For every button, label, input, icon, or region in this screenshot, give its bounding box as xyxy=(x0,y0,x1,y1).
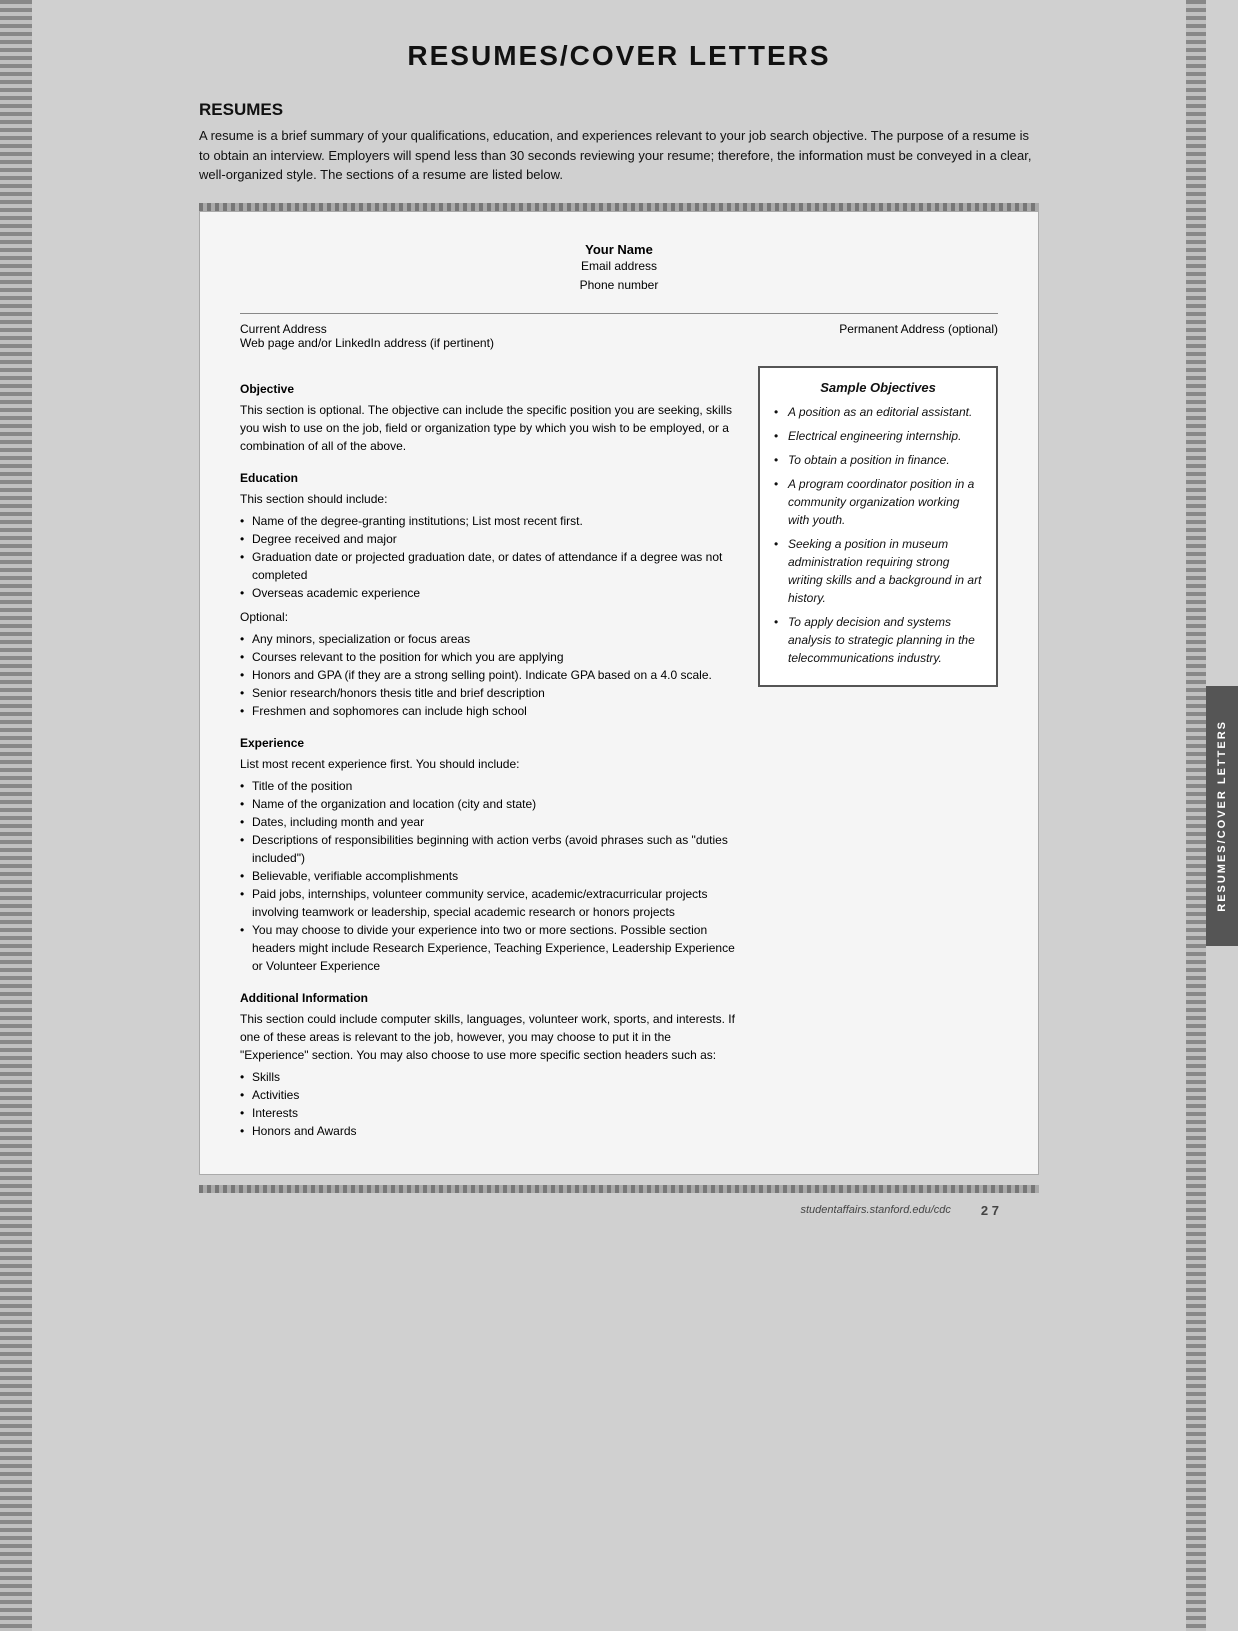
footer-page: 2 7 xyxy=(981,1203,999,1218)
footer-url: studentaffairs.stanford.edu/cdc xyxy=(800,1204,950,1216)
additional-title: Additional Information xyxy=(240,989,738,1007)
education-list: Name of the degree-granting institutions… xyxy=(240,512,738,602)
phone-line: Phone number xyxy=(240,276,998,295)
additional-section: Additional Information This section coul… xyxy=(240,989,738,1140)
right-stripe-decoration xyxy=(1186,0,1206,1631)
resume-box: Your Name Email address Phone number Cur… xyxy=(199,211,1039,1175)
list-item: Honors and GPA (if they are a strong sel… xyxy=(240,666,738,684)
list-item: Freshmen and sophomores can include high… xyxy=(240,702,738,720)
experience-section: Experience List most recent experience f… xyxy=(240,734,738,975)
sample-objectives-title: Sample Objectives xyxy=(774,380,982,395)
side-tab-label: RESUMES/COVER LETTERS xyxy=(1216,720,1228,912)
list-item: You may choose to divide your experience… xyxy=(240,921,738,975)
side-tab: RESUMES/COVER LETTERS xyxy=(1206,686,1238,946)
email-line: Email address xyxy=(240,257,998,276)
address-row: Current Address Web page and/or LinkedIn… xyxy=(240,322,998,350)
resume-header: Your Name Email address Phone number xyxy=(240,242,998,295)
sample-objectives-list: A position as an editorial assistant. El… xyxy=(774,403,982,667)
sample-objectives-column: Sample Objectives A position as an edito… xyxy=(758,366,998,1144)
sample-objective-item: A program coordinator position in a comm… xyxy=(774,475,982,529)
list-item: Overseas academic experience xyxy=(240,584,738,602)
web-address: Web page and/or LinkedIn address (if per… xyxy=(240,336,619,350)
education-intro: This section should include: xyxy=(240,490,738,508)
bottom-stripe xyxy=(199,1185,1039,1193)
left-stripe-decoration xyxy=(0,0,32,1631)
sample-objective-item: A position as an editorial assistant. xyxy=(774,403,982,421)
sample-objective-item: To apply decision and systems analysis t… xyxy=(774,613,982,667)
list-item: Name of the degree-granting institutions… xyxy=(240,512,738,530)
experience-intro: List most recent experience first. You s… xyxy=(240,755,738,773)
list-item: Courses relevant to the position for whi… xyxy=(240,648,738,666)
experience-list: Title of the position Name of the organi… xyxy=(240,777,738,975)
sample-objective-item: Electrical engineering internship. xyxy=(774,427,982,445)
list-item: Paid jobs, internships, volunteer commun… xyxy=(240,885,738,921)
list-item: Any minors, specialization or focus area… xyxy=(240,630,738,648)
list-item: Activities xyxy=(240,1086,738,1104)
page-container: RESUMES/COVER LETTERS RESUMES/COVER LETT… xyxy=(0,0,1238,1631)
additional-list: Skills Activities Interests Honors and A… xyxy=(240,1068,738,1140)
education-section: Education This section should include: N… xyxy=(240,469,738,720)
experience-title: Experience xyxy=(240,734,738,752)
list-item: Degree received and major xyxy=(240,530,738,548)
divider xyxy=(240,313,998,314)
sample-objectives-box: Sample Objectives A position as an edito… xyxy=(758,366,998,687)
your-name: Your Name xyxy=(240,242,998,257)
objective-title: Objective xyxy=(240,380,738,398)
list-item: Believable, verifiable accomplishments xyxy=(240,867,738,885)
resumes-heading: RESUMES xyxy=(199,100,1039,120)
sample-objective-item: Seeking a position in museum administrat… xyxy=(774,535,982,607)
resume-left-column: Objective This section is optional. The … xyxy=(240,366,738,1144)
top-stripe xyxy=(199,203,1039,211)
list-item: Dates, including month and year xyxy=(240,813,738,831)
list-item: Skills xyxy=(240,1068,738,1086)
current-address-block: Current Address Web page and/or LinkedIn… xyxy=(240,322,619,350)
optional-label: Optional: xyxy=(240,608,738,626)
main-content: RESUMES/COVER LETTERS RESUMES A resume i… xyxy=(179,0,1059,1631)
list-item: Descriptions of responsibilities beginni… xyxy=(240,831,738,867)
resume-body: Objective This section is optional. The … xyxy=(240,366,998,1144)
list-item: Senior research/honors thesis title and … xyxy=(240,684,738,702)
list-item: Title of the position xyxy=(240,777,738,795)
list-item: Graduation date or projected graduation … xyxy=(240,548,738,584)
additional-text: This section could include computer skil… xyxy=(240,1010,738,1064)
list-item: Name of the organization and location (c… xyxy=(240,795,738,813)
objective-section: Objective This section is optional. The … xyxy=(240,380,738,455)
intro-paragraph: A resume is a brief summary of your qual… xyxy=(199,126,1039,185)
list-item: Interests xyxy=(240,1104,738,1122)
page-title: RESUMES/COVER LETTERS xyxy=(199,40,1039,72)
permanent-address-label: Permanent Address (optional) xyxy=(619,322,998,350)
list-item: Honors and Awards xyxy=(240,1122,738,1140)
footer: studentaffairs.stanford.edu/cdc 2 7 xyxy=(199,1193,1039,1228)
education-title: Education xyxy=(240,469,738,487)
education-optional-list: Any minors, specialization or focus area… xyxy=(240,630,738,720)
current-address-label: Current Address xyxy=(240,322,619,336)
objective-text: This section is optional. The objective … xyxy=(240,401,738,455)
sample-objective-item: To obtain a position in finance. xyxy=(774,451,982,469)
